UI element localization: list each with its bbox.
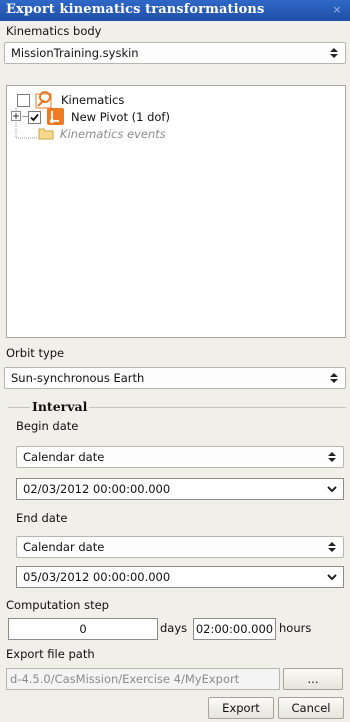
expand-plus-icon[interactable] (11, 111, 21, 121)
folder-icon (38, 127, 54, 143)
begin-date-label: Begin date (16, 419, 79, 433)
tree-item-label: Kinematics (61, 93, 125, 107)
tree-checkbox-new-pivot[interactable] (28, 111, 41, 124)
export-path-value: d-4.5.0/CasMission/Exercise 4/MyExport (10, 672, 240, 686)
end-date-input[interactable]: 05/03/2012 00:00:00.000 (16, 566, 344, 588)
days-value: 0 (79, 622, 87, 636)
orbit-type-select[interactable]: Sun-synchronous Earth (4, 367, 346, 389)
tree-item-label: New Pivot (1 dof) (71, 110, 170, 124)
cancel-button-label: Cancel (291, 701, 331, 715)
computation-step-label: Computation step (6, 598, 109, 612)
kinematics-tree[interactable]: Kinematics New Pivot (1 dof) Kinematics … (6, 85, 346, 338)
browse-button-label: ... (307, 672, 319, 686)
kinematics-body-value: MissionTraining.syskin (11, 46, 139, 60)
hours-input[interactable]: 02:00:00.000 (193, 618, 276, 640)
spin-arrows-icon (329, 369, 339, 387)
tree-item-kinematics-events[interactable]: Kinematics events (38, 125, 338, 143)
window-title: Export kinematics transformations (6, 2, 265, 17)
browse-button[interactable]: ... (283, 668, 343, 690)
kinematics-body-select[interactable]: MissionTraining.syskin (4, 42, 346, 64)
export-button-label: Export (222, 701, 260, 715)
chevron-down-icon[interactable] (321, 479, 343, 499)
export-button[interactable]: Export (208, 697, 274, 719)
spin-arrows-icon (329, 44, 339, 62)
end-date-format-select[interactable]: Calendar date (16, 536, 344, 558)
end-date-format-value: Calendar date (23, 540, 105, 554)
spin-arrows-icon (327, 448, 337, 466)
kinematics-body-label: Kinematics body (6, 24, 102, 38)
end-date-label: End date (16, 511, 68, 525)
spin-arrows-icon (327, 538, 337, 556)
begin-date-input[interactable]: 02/03/2012 00:00:00.000 (16, 478, 344, 500)
interval-legend: Interval (30, 399, 90, 414)
orbit-type-label: Orbit type (6, 346, 65, 360)
tree-item-label: Kinematics events (60, 127, 166, 141)
pivot-icon (47, 108, 64, 125)
cancel-button[interactable]: Cancel (278, 697, 344, 719)
days-input[interactable]: 0 (8, 618, 158, 640)
close-icon[interactable]: × (330, 3, 344, 17)
begin-date-format-select[interactable]: Calendar date (16, 446, 344, 468)
hours-unit-label: hours (279, 621, 312, 635)
days-unit-label: days (160, 621, 188, 635)
orbit-type-value: Sun-synchronous Earth (11, 371, 145, 385)
begin-date-format-value: Calendar date (23, 450, 105, 464)
export-path-input[interactable]: d-4.5.0/CasMission/Exercise 4/MyExport (6, 668, 280, 690)
hours-value: 02:00:00.000 (195, 622, 274, 636)
export-path-label: Export file path (6, 647, 95, 661)
begin-date-value: 02/03/2012 00:00:00.000 (23, 482, 171, 496)
end-date-value: 05/03/2012 00:00:00.000 (23, 570, 171, 584)
chevron-down-icon[interactable] (321, 567, 343, 587)
title-bar: Export kinematics transformations × (0, 0, 350, 21)
tree-item-kinematics[interactable]: Kinematics (17, 91, 317, 109)
tree-item-new-pivot[interactable]: New Pivot (1 dof) (28, 108, 328, 126)
